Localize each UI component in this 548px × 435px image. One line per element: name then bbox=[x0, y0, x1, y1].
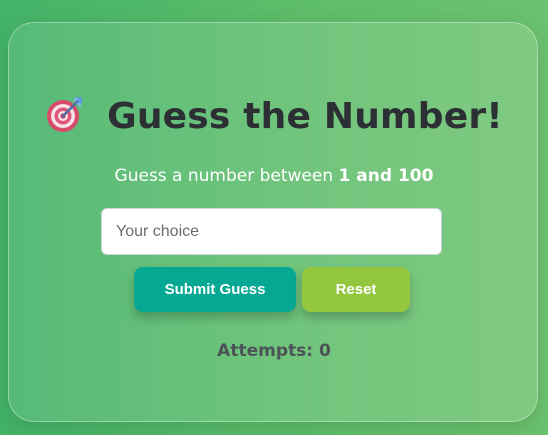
instruction-text: Guess a number between 1 and 100 bbox=[0, 166, 548, 186]
attempts-count: 0 bbox=[318, 341, 331, 361]
guess-input[interactable] bbox=[101, 208, 442, 255]
instruction-prefix: Guess a number between bbox=[114, 166, 334, 186]
title-text: Guess the Number! bbox=[107, 96, 503, 137]
target-icon bbox=[45, 94, 85, 134]
attempts-label: Attempts: bbox=[217, 341, 314, 361]
game-title: Guess the Number! bbox=[0, 94, 548, 137]
reset-button[interactable]: Reset bbox=[302, 267, 410, 312]
instruction-range: 1 and 100 bbox=[338, 166, 434, 186]
attempts-counter: Attempts: 0 bbox=[0, 341, 548, 361]
submit-guess-button[interactable]: Submit Guess bbox=[134, 267, 296, 312]
guess-input-wrapper bbox=[101, 208, 442, 255]
